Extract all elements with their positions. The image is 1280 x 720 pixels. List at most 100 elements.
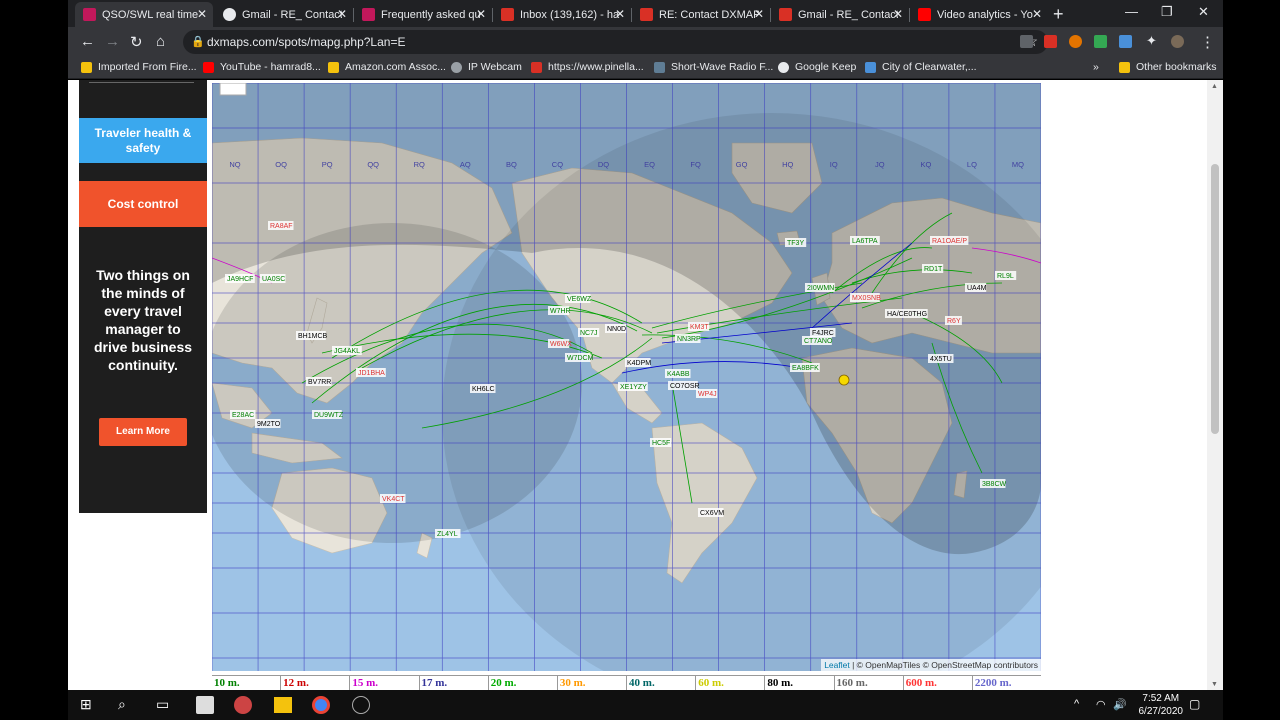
windows-start-icon[interactable]: ⊞ bbox=[80, 696, 92, 713]
bookmark-clearwater[interactable]: City of Clearwater,... bbox=[865, 61, 977, 73]
extension-icon[interactable] bbox=[1044, 35, 1057, 48]
home-icon[interactable]: ⌂ bbox=[156, 33, 165, 50]
tab-video-analytics[interactable]: Video analytics - Yo ✕ bbox=[910, 2, 1048, 27]
callsign-label[interactable]: RA1OAE/P bbox=[932, 238, 967, 245]
zoom-control[interactable] bbox=[219, 83, 247, 96]
band-20m[interactable]: 20 m. bbox=[489, 676, 558, 690]
scroll-up-icon[interactable]: ▲ bbox=[1211, 83, 1218, 90]
tab-faq[interactable]: Frequently asked qu ✕ bbox=[354, 2, 492, 27]
callsign-label[interactable]: JG4AKL bbox=[334, 348, 360, 355]
close-window-icon[interactable]: ✕ bbox=[1198, 4, 1209, 20]
callsign-label[interactable]: NC7J bbox=[580, 330, 598, 337]
callsign-label[interactable]: HA/CE0THG bbox=[887, 311, 927, 318]
callsign-label[interactable]: W7DCM bbox=[567, 355, 594, 362]
callsign-label[interactable]: CO7OSR bbox=[670, 383, 700, 390]
tab-gmail-2[interactable]: Gmail - RE_ Contact ✕ bbox=[771, 2, 909, 27]
address-bar[interactable]: 🔒 dxmaps.com/spots/mapg.php?Lan=E ☆ bbox=[183, 30, 1048, 54]
reload-icon[interactable]: ↻ bbox=[130, 33, 143, 51]
callsign-label[interactable]: E28AC bbox=[232, 412, 254, 419]
callsign-label[interactable]: W6WX bbox=[550, 341, 572, 348]
callsign-label[interactable]: 9M2TO bbox=[257, 421, 281, 428]
close-tab-icon[interactable]: ✕ bbox=[1032, 7, 1042, 21]
bookmark-pinellas[interactable]: https://www.pinella... bbox=[531, 61, 644, 73]
bookmark-ip-webcam[interactable]: IP Webcam bbox=[451, 61, 522, 73]
callsign-label[interactable]: F4JRC bbox=[812, 330, 834, 337]
scrollbar-thumb[interactable] bbox=[1211, 164, 1219, 434]
callsign-label[interactable]: VE6WZ bbox=[567, 296, 592, 303]
chevron-up-icon[interactable]: ^ bbox=[1074, 698, 1079, 710]
map-canvas[interactable]: NQ OQ PQ QQ RQ AQ BQ CQ DQ EQ FQ GQ HQ IQ JQ KQ LQ MQ bbox=[212, 83, 1041, 671]
notifications-icon[interactable]: ▢ bbox=[1189, 697, 1200, 711]
callsign-label[interactable]: BV7RR bbox=[308, 379, 331, 386]
menu-icon[interactable]: ⋮ bbox=[1200, 33, 1215, 51]
volume-icon[interactable]: 🔊 bbox=[1113, 698, 1127, 711]
band-40m[interactable]: 40 m. bbox=[627, 676, 697, 690]
callsign-label[interactable]: NN0D bbox=[607, 326, 626, 333]
callsign-label[interactable]: RA8AF bbox=[270, 223, 293, 230]
extension-icon[interactable] bbox=[1119, 35, 1132, 48]
band-15m[interactable]: 15 m. bbox=[350, 676, 420, 690]
leaflet-link[interactable]: Leaflet bbox=[824, 660, 850, 670]
network-icon[interactable]: ◠ bbox=[1096, 698, 1106, 711]
minimize-icon[interactable]: — bbox=[1125, 4, 1138, 19]
callsign-label[interactable]: NN3RP bbox=[677, 336, 701, 343]
callsign-label[interactable]: JD1BHA bbox=[358, 370, 385, 377]
callsign-label[interactable]: DU9WTZ bbox=[314, 412, 344, 419]
page-scrollbar[interactable]: ▲ ▼ bbox=[1207, 80, 1223, 690]
callsign-label[interactable]: MX0SNB bbox=[852, 295, 881, 302]
app-icon[interactable] bbox=[352, 696, 370, 714]
band-600m[interactable]: 600 m. bbox=[904, 676, 973, 690]
close-tab-icon[interactable]: ✕ bbox=[337, 7, 347, 21]
tab-re-contact[interactable]: RE: Contact DXMAP ✕ bbox=[632, 2, 770, 27]
callsign-label[interactable]: KH6LC bbox=[472, 386, 495, 393]
bookmark-imported[interactable]: Imported From Fire... bbox=[81, 61, 197, 73]
band-17m[interactable]: 17 m. bbox=[420, 676, 489, 690]
close-tab-icon[interactable]: ✕ bbox=[893, 7, 903, 21]
bookmark-amazon[interactable]: Amazon.com Assoc... bbox=[328, 61, 446, 73]
advertisement[interactable]: Traveler health & safety Cost control Tw… bbox=[79, 80, 207, 513]
callsign-label[interactable]: EA8BFK bbox=[792, 365, 819, 372]
bookmarks-overflow-icon[interactable]: » bbox=[1093, 61, 1099, 73]
callsign-label[interactable]: KM3T bbox=[690, 324, 709, 331]
search-icon[interactable]: ⌕ bbox=[118, 696, 126, 713]
extension-icon[interactable] bbox=[1020, 35, 1033, 48]
callsign-label[interactable]: 3B8CW bbox=[982, 481, 1007, 488]
close-tab-icon[interactable]: ✕ bbox=[754, 7, 764, 21]
callsign-label[interactable]: 2I0WMN bbox=[807, 285, 834, 292]
callsign-label[interactable]: R6Y bbox=[947, 318, 961, 325]
callsign-label[interactable]: UA4M bbox=[967, 285, 987, 292]
new-tab-icon[interactable]: + bbox=[1053, 4, 1064, 25]
callsign-label[interactable]: 4X5TU bbox=[930, 356, 952, 363]
system-clock[interactable]: 7:52 AM 6/27/2020 bbox=[1139, 692, 1184, 718]
callsign-label[interactable]: WP4J bbox=[698, 391, 717, 398]
restore-icon[interactable]: ❐ bbox=[1161, 4, 1173, 20]
back-icon[interactable]: ← bbox=[80, 33, 95, 50]
profile-avatar[interactable] bbox=[1171, 35, 1184, 48]
band-80m[interactable]: 80 m. bbox=[765, 676, 835, 690]
callsign-label[interactable]: RD1T bbox=[924, 266, 943, 273]
callsign-label[interactable]: XE1YZY bbox=[620, 384, 647, 391]
band-60m[interactable]: 60 m. bbox=[696, 676, 766, 690]
callsign-label[interactable]: CX6VM bbox=[700, 510, 724, 517]
band-30m[interactable]: 30 m. bbox=[558, 676, 628, 690]
band-160m[interactable]: 160 m. bbox=[835, 676, 904, 690]
callsign-label[interactable]: K4DPM bbox=[627, 360, 651, 367]
callsign-label[interactable]: TF3Y bbox=[787, 240, 804, 247]
ad-cost-control[interactable]: Cost control bbox=[79, 181, 207, 227]
bookmark-shortwave[interactable]: Short-Wave Radio F... bbox=[654, 61, 773, 73]
task-view-icon[interactable]: ▭ bbox=[156, 696, 169, 713]
close-tab-icon[interactable]: ✕ bbox=[615, 7, 625, 21]
callsign-label[interactable]: VK4CT bbox=[382, 496, 405, 503]
tab-qso-swl[interactable]: QSO/SWL real time ✕ bbox=[75, 2, 213, 27]
scroll-down-icon[interactable]: ▼ bbox=[1211, 681, 1218, 688]
band-2200m[interactable]: 2200 m. bbox=[973, 676, 1041, 690]
bookmark-other[interactable]: Other bookmarks bbox=[1119, 61, 1217, 73]
app-icon[interactable] bbox=[234, 696, 252, 714]
callsign-label[interactable]: UA0SC bbox=[262, 276, 285, 283]
tab-gmail-1[interactable]: Gmail - RE_ Contact ✕ bbox=[215, 2, 353, 27]
callsign-label[interactable]: JA9HCF bbox=[227, 276, 253, 283]
ad-learn-more-button[interactable]: Learn More bbox=[99, 418, 187, 446]
url-text[interactable]: dxmaps.com/spots/mapg.php?Lan=E bbox=[207, 35, 405, 49]
callsign-label[interactable]: CT7ANO bbox=[804, 338, 833, 345]
callsign-label[interactable]: BH1MCB bbox=[298, 333, 328, 340]
